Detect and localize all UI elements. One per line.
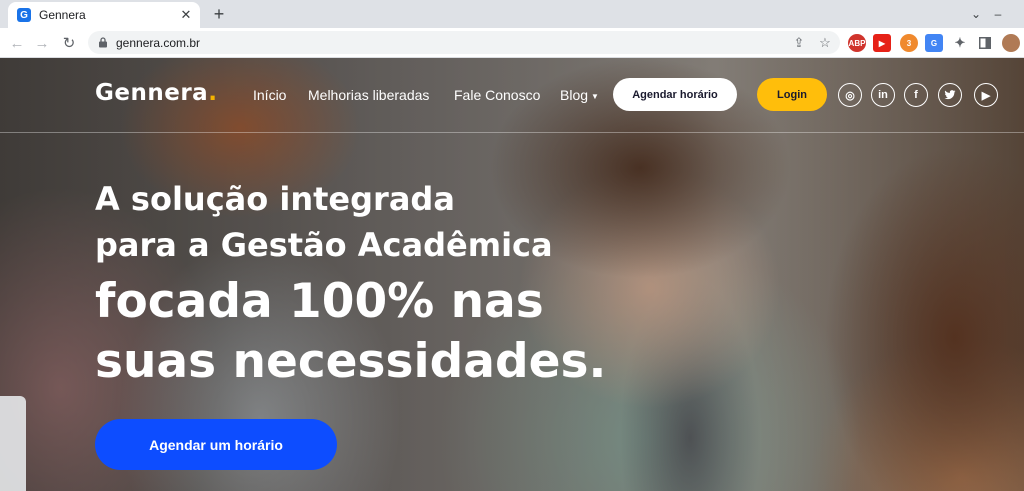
reload-icon[interactable]: ↻ — [58, 32, 80, 54]
forward-icon[interactable]: → — [31, 32, 53, 54]
logo-text: Gennera — [95, 80, 209, 106]
address-bar[interactable]: gennera.com.br ⇪ ☆ — [88, 31, 840, 54]
extension-badge-icon[interactable]: 3 — [900, 34, 918, 52]
lock-icon — [98, 37, 108, 48]
caret-down-icon: ▼ — [591, 91, 599, 101]
tab-search-icon[interactable]: ⌄ — [966, 4, 986, 24]
back-icon[interactable]: ← — [6, 32, 28, 54]
blog-label: Blog — [560, 87, 589, 103]
nav-divider — [0, 132, 1024, 133]
youtube-icon[interactable]: ▶ — [974, 83, 998, 107]
twitter-icon[interactable] — [938, 83, 962, 107]
minimize-icon[interactable]: – — [988, 4, 1008, 24]
translate-icon[interactable]: G — [925, 34, 943, 52]
extensions-puzzle-icon[interactable]: ✦ — [951, 34, 969, 52]
tab-strip: G Gennera ✕ + ⌄ – — [0, 0, 1024, 28]
browser-tab[interactable]: G Gennera ✕ — [8, 2, 200, 28]
url-text: gennera.com.br — [116, 35, 201, 50]
gennera-favicon-icon: G — [17, 8, 31, 22]
nav-link-inicio[interactable]: Início — [253, 87, 286, 103]
side-panel-icon[interactable] — [976, 34, 994, 52]
agendar-horario-button[interactable]: Agendar horário — [613, 78, 737, 111]
nav-link-blog[interactable]: Blog ▼ — [560, 87, 599, 103]
close-tab-icon[interactable]: ✕ — [178, 7, 194, 23]
nav-link-melhorias[interactable]: Melhorias liberadas — [308, 87, 429, 103]
linkedin-icon[interactable]: in — [871, 83, 895, 107]
hero-headline-line4: suas necessidades. — [95, 334, 607, 389]
hero-headline-line3: focada 100% nas — [95, 274, 544, 329]
tab-title: Gennera — [39, 8, 86, 22]
hero-section: Gennera. Início Melhorias liberadas Fale… — [0, 58, 1024, 491]
gennera-logo[interactable]: Gennera. — [95, 80, 217, 106]
hero-headline-line2: para a Gestão Acadêmica — [95, 226, 553, 264]
login-button[interactable]: Login — [757, 78, 827, 111]
facebook-icon[interactable]: f — [904, 83, 928, 107]
bookmark-star-icon[interactable]: ☆ — [814, 32, 836, 54]
nav-link-fale-conosco[interactable]: Fale Conosco — [454, 87, 540, 103]
youtube-extension-icon[interactable]: ▶ — [873, 34, 891, 52]
adblock-icon[interactable]: ABP — [848, 34, 866, 52]
new-tab-icon[interactable]: + — [209, 4, 229, 24]
browser-toolbar: ← → ↻ gennera.com.br ⇪ ☆ ABP ▶ 3 G ✦ — [0, 28, 1024, 58]
share-icon[interactable]: ⇪ — [788, 32, 810, 54]
agendar-um-horario-button[interactable]: Agendar um horário — [95, 419, 337, 470]
logo-dot: . — [208, 80, 218, 106]
laptop-image — [0, 396, 26, 491]
instagram-icon[interactable]: ◎ — [838, 83, 862, 107]
profile-avatar[interactable] — [1002, 34, 1020, 52]
hero-headline-line1: A solução integrada — [95, 180, 455, 218]
